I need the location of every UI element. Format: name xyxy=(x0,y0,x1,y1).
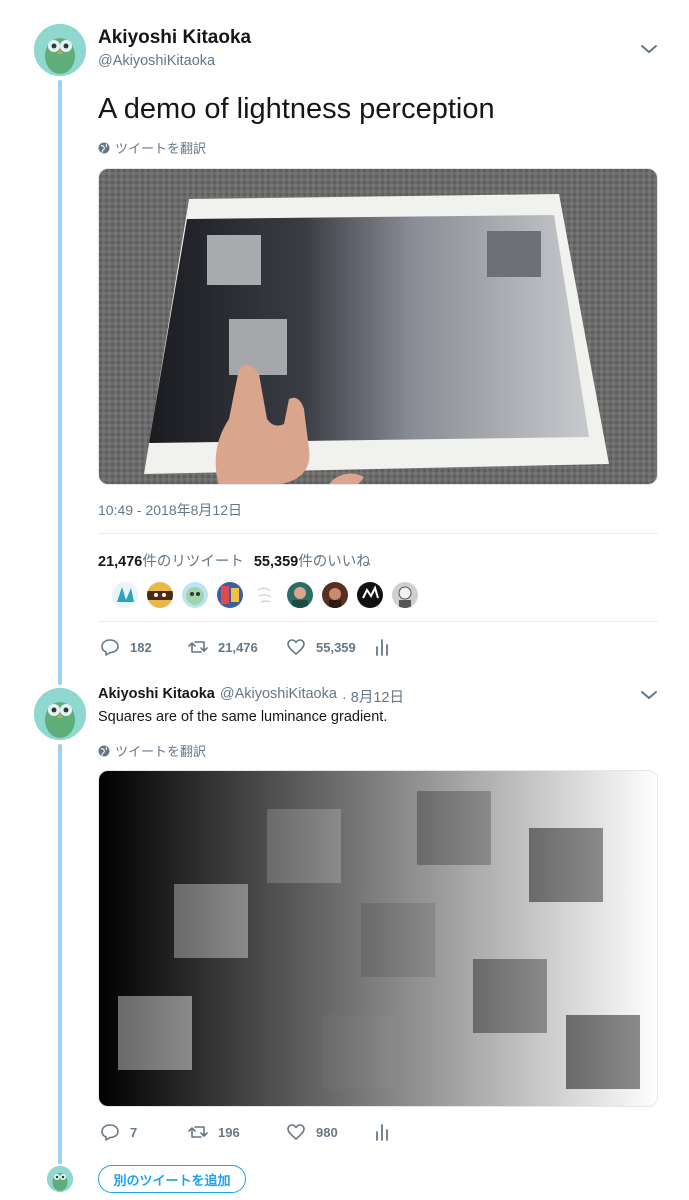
add-another-tweet-button[interactable]: 別のツイートを追加 xyxy=(98,1165,246,1193)
translate-link[interactable]: ツイートを翻訳 xyxy=(98,741,206,760)
like-button[interactable]: 55,359 xyxy=(286,637,372,657)
analytics-button[interactable] xyxy=(372,637,392,657)
translate-label: ツイートを翻訳 xyxy=(115,744,207,759)
divider xyxy=(98,621,658,622)
translate-label: ツイートを翻訳 xyxy=(115,141,207,156)
chevron-down-icon[interactable] xyxy=(639,688,659,702)
liker-avatars xyxy=(112,582,418,608)
translate-link[interactable]: ツイートを翻訳 xyxy=(98,138,206,157)
retweet-button[interactable]: 21,476 xyxy=(188,637,286,657)
liker-avatar[interactable] xyxy=(287,582,313,608)
retweet-stat[interactable]: 21,476件のリツイート xyxy=(98,550,244,571)
heart-icon xyxy=(287,1124,305,1140)
globe-icon xyxy=(98,142,110,153)
retweet-stat-label: 件のリツイート xyxy=(142,554,244,570)
author-name[interactable]: Akiyoshi Kitaoka xyxy=(98,686,215,707)
chevron-down-icon[interactable] xyxy=(639,42,659,56)
liker-avatar[interactable] xyxy=(322,582,348,608)
like-count: 55,359 xyxy=(316,639,356,655)
liker-avatar[interactable] xyxy=(182,582,208,608)
heart-icon xyxy=(287,639,305,655)
avatar[interactable] xyxy=(34,688,86,740)
like-count: 980 xyxy=(316,1124,338,1140)
retweet-stat-count: 21,476 xyxy=(98,554,143,570)
avatar xyxy=(47,1166,73,1192)
author-handle[interactable]: @AkiyoshiKitaoka xyxy=(220,686,337,707)
reply-button[interactable]: 7 xyxy=(100,1122,188,1142)
tweet-text: A demo of lightness perception xyxy=(98,93,495,125)
like-stat-count: 55,359 xyxy=(253,554,299,570)
reply-icon xyxy=(101,639,119,656)
analytics-icon xyxy=(376,1124,388,1141)
avatar[interactable] xyxy=(34,24,86,76)
reply-count: 7 xyxy=(130,1124,138,1140)
author-name[interactable]: Akiyoshi Kitaoka xyxy=(98,27,251,49)
tweet2-header: Akiyoshi Kitaoka @AkiyoshiKitaoka · 8月12… xyxy=(98,686,404,707)
analytics-button[interactable] xyxy=(372,1122,392,1142)
analytics-icon xyxy=(376,639,388,656)
tweet-timestamp[interactable]: 10:49 - 2018年8月12日 xyxy=(98,500,242,520)
tweet-actions: 7 196 980 xyxy=(100,1122,392,1142)
liker-avatar[interactable] xyxy=(217,582,243,608)
globe-icon xyxy=(98,745,110,756)
liker-avatar[interactable] xyxy=(392,582,418,608)
retweet-icon xyxy=(188,1126,208,1138)
liker-avatar[interactable] xyxy=(357,582,383,608)
tweet-photo[interactable] xyxy=(98,168,658,485)
tweet-image[interactable] xyxy=(98,770,658,1107)
divider xyxy=(98,533,658,534)
thread-line-2 xyxy=(58,744,62,1164)
retweet-icon xyxy=(188,641,208,653)
reply-count: 182 xyxy=(130,639,152,655)
tweet-text: Squares are of the same luminance gradie… xyxy=(98,709,388,725)
liker-avatar[interactable] xyxy=(112,582,138,608)
like-stat-label: 件のいいね xyxy=(298,554,371,570)
retweet-count: 21,476 xyxy=(218,639,258,655)
reply-button[interactable]: 182 xyxy=(100,637,188,657)
retweet-button[interactable]: 196 xyxy=(188,1122,286,1142)
author-handle[interactable]: @AkiyoshiKitaoka xyxy=(98,53,215,69)
tweet-actions: 182 21,476 55,359 xyxy=(100,637,392,657)
liker-avatar[interactable] xyxy=(147,582,173,608)
reply-icon xyxy=(101,1124,119,1141)
like-button[interactable]: 980 xyxy=(286,1122,372,1142)
engagement-stats: 21,476件のリツイート 55,359件のいいね xyxy=(98,550,371,571)
retweet-count: 196 xyxy=(218,1124,240,1140)
tweet-date[interactable]: · 8月12日 xyxy=(342,686,404,707)
thread-line-1 xyxy=(58,80,62,685)
like-stat[interactable]: 55,359件のいいね xyxy=(254,550,371,571)
liker-avatar[interactable] xyxy=(252,582,278,608)
